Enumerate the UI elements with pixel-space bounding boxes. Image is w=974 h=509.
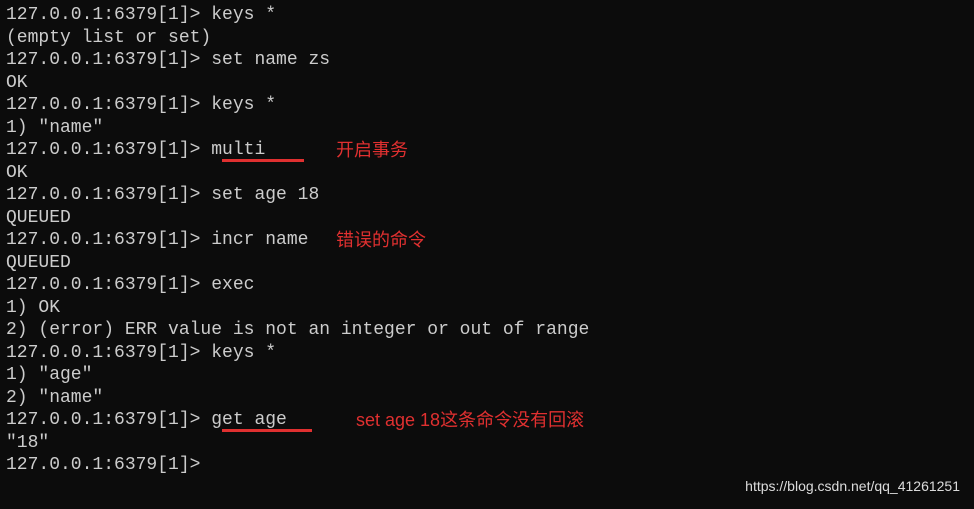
terminal-line: OK xyxy=(6,72,968,95)
annotation-label: 错误的命令 xyxy=(336,229,426,252)
prompt: 127.0.0.1:6379[1]> xyxy=(6,185,211,205)
output-text: 1) "name" xyxy=(6,118,103,138)
prompt: 127.0.0.1:6379[1]> xyxy=(6,275,211,295)
output-text: QUEUED xyxy=(6,208,71,228)
prompt: 127.0.0.1:6379[1]> xyxy=(6,230,211,250)
prompt: 127.0.0.1:6379[1]> xyxy=(6,5,211,25)
terminal-line: OK xyxy=(6,162,968,185)
terminal-line: (empty list or set) xyxy=(6,27,968,50)
command-text: set name zs xyxy=(211,50,330,70)
terminal-line: 127.0.0.1:6379[1]> keys * xyxy=(6,94,968,117)
terminal-line: 127.0.0.1:6379[1]> get age set age 18这条命令… xyxy=(6,409,968,432)
command-text: set age 18 xyxy=(211,185,319,205)
command-text: get age xyxy=(211,410,287,430)
annotation-label: set age 18这条命令没有回滚 xyxy=(356,409,584,432)
terminal-line: 127.0.0.1:6379[1]> exec xyxy=(6,274,968,297)
output-text: QUEUED xyxy=(6,253,71,273)
output-text: 2) (error) ERR value is not an integer o… xyxy=(6,320,589,340)
terminal-line: 1) OK xyxy=(6,297,968,320)
terminal-line: 127.0.0.1:6379[1]> xyxy=(6,454,968,477)
command-text: keys * xyxy=(211,5,276,25)
command-text: multi xyxy=(211,140,265,160)
terminal-line: 127.0.0.1:6379[1]> keys * xyxy=(6,4,968,27)
prompt: 127.0.0.1:6379[1]> xyxy=(6,410,211,430)
terminal-line: 127.0.0.1:6379[1]> set age 18 xyxy=(6,184,968,207)
terminal-line: 1) "name" xyxy=(6,117,968,140)
annotation-label: 开启事务 xyxy=(336,139,408,162)
output-text: 2) "name" xyxy=(6,388,103,408)
terminal-line: 2) "name" xyxy=(6,387,968,410)
terminal-line: QUEUED xyxy=(6,252,968,275)
prompt: 127.0.0.1:6379[1]> xyxy=(6,50,211,70)
terminal-line: "18" xyxy=(6,432,968,455)
command-text: exec xyxy=(211,275,254,295)
terminal-line: 2) (error) ERR value is not an integer o… xyxy=(6,319,968,342)
terminal-line: QUEUED xyxy=(6,207,968,230)
prompt: 127.0.0.1:6379[1]> xyxy=(6,343,211,363)
output-text: "18" xyxy=(6,433,49,453)
terminal-line: 127.0.0.1:6379[1]> set name zs xyxy=(6,49,968,72)
output-text: 1) "age" xyxy=(6,365,92,385)
terminal-line: 127.0.0.1:6379[1]> incr name 错误的命令 xyxy=(6,229,968,252)
output-text: OK xyxy=(6,73,28,93)
terminal-line: 1) "age" xyxy=(6,364,968,387)
prompt: 127.0.0.1:6379[1]> xyxy=(6,95,211,115)
terminal-line: 127.0.0.1:6379[1]> keys * xyxy=(6,342,968,365)
output-text: (empty list or set) xyxy=(6,28,211,48)
prompt: 127.0.0.1:6379[1]> xyxy=(6,455,211,475)
output-text: 1) OK xyxy=(6,298,60,318)
terminal-line: 127.0.0.1:6379[1]> multi 开启事务 xyxy=(6,139,968,162)
command-text: incr name xyxy=(211,230,308,250)
output-text: OK xyxy=(6,163,28,183)
prompt: 127.0.0.1:6379[1]> xyxy=(6,140,211,160)
terminal-output[interactable]: 127.0.0.1:6379[1]> keys *(empty list or … xyxy=(6,4,968,477)
command-text: keys * xyxy=(211,343,276,363)
command-text: keys * xyxy=(211,95,276,115)
watermark-text: https://blog.csdn.net/qq_41261251 xyxy=(745,478,960,496)
